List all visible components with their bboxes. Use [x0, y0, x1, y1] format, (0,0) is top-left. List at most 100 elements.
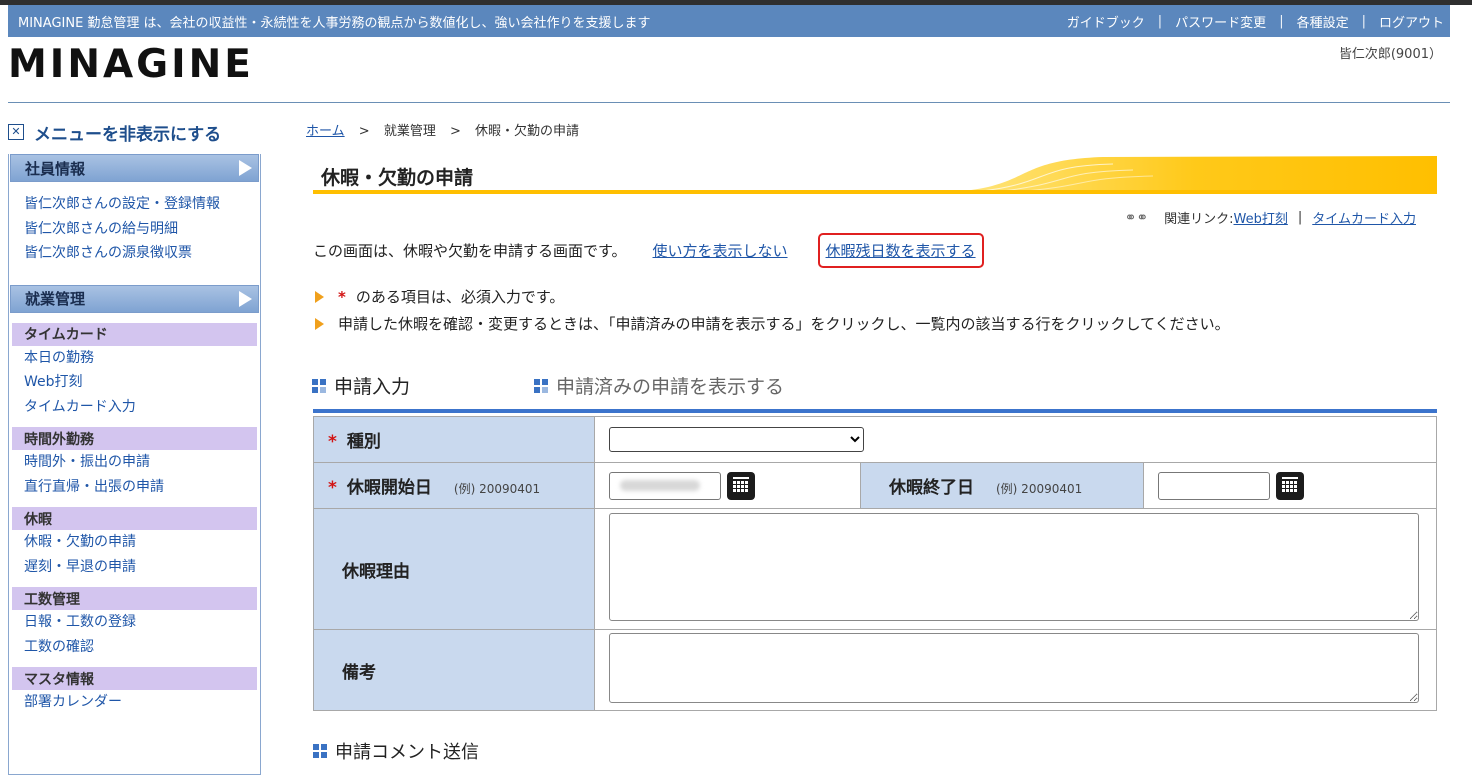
row-kind: * 種別: [313, 416, 1437, 463]
separator: |: [1297, 210, 1303, 225]
row-remarks: 備考: [313, 629, 1437, 711]
group-timecard: タイムカード: [12, 322, 257, 346]
group-manhours: 工数管理: [12, 587, 257, 610]
bullet-triangle-icon: [315, 317, 324, 330]
title-wave-decoration: [313, 156, 1437, 194]
calendar-icon[interactable]: [1276, 471, 1304, 500]
end-label: 休暇終了日: [889, 478, 974, 498]
start-label-cell: * 休暇開始日 (例) 20090401: [313, 462, 595, 509]
tagline: MINAGINE 勤怠管理 は、会社の収益性・永続性を人事労務の観点から数値化し…: [18, 15, 651, 31]
related-web-stamp-link[interactable]: Web打刻: [1234, 208, 1288, 227]
arrow-right-icon: [239, 290, 252, 307]
hide-menu-label: メニューを非表示にする: [34, 124, 222, 145]
remarks-textarea[interactable]: [609, 633, 1419, 703]
sidebar: ✕ メニューを非表示にする 社員情報 皆仁次郎さんの設定・登録情報 皆仁次郎さん…: [8, 120, 261, 775]
sidebar-item-daily-report[interactable]: 日報・工数の登録: [9, 610, 260, 635]
reason-label-cell: 休暇理由: [313, 508, 595, 630]
sidebar-item-leave-request[interactable]: 休暇・欠勤の申請: [9, 530, 260, 555]
separator: |: [1361, 13, 1366, 29]
guidebook-link[interactable]: ガイドブック: [1067, 12, 1145, 31]
separator: |: [1157, 13, 1163, 29]
start-label: 休暇開始日: [346, 478, 432, 498]
sidebar-item-direct-trip[interactable]: 直行直帰・出張の申請: [9, 475, 260, 500]
related-timecard-link[interactable]: タイムカード入力: [1312, 208, 1416, 227]
related-label: 関連リンク:: [1164, 212, 1234, 227]
header-links: ガイドブック | パスワード変更 | 各種設定 | ログアウト: [1067, 12, 1450, 31]
group-overtime: 時間外勤務: [12, 427, 257, 450]
sidebar-item-dept-calendar[interactable]: 部署カレンダー: [9, 690, 260, 715]
section-work-mgmt[interactable]: 就業管理: [10, 284, 259, 313]
tab-input[interactable]: 申請入力: [312, 372, 410, 399]
note-required-text: のある項目は、必須入力です。: [355, 288, 565, 306]
required-mark: *: [328, 478, 337, 498]
top-banner: MINAGINE 勤怠管理 は、会社の収益性・永続性を人事労務の観点から数値化し…: [8, 5, 1450, 37]
hide-usage-link[interactable]: 使い方を表示しない: [653, 240, 788, 261]
sidebar-item-manhour-check[interactable]: 工数の確認: [9, 635, 260, 660]
user-name: 皆仁次郎(9001）: [1338, 47, 1442, 62]
start-value-cell: [594, 462, 861, 509]
sidebar-item-overtime-request[interactable]: 時間外・振出の申請: [9, 450, 260, 475]
sidebar-item-profile[interactable]: 皆仁次郎さんの設定・登録情報: [9, 192, 260, 217]
remarks-label-cell: 備考: [313, 629, 595, 711]
scrollbar[interactable]: [1456, 5, 1472, 748]
sidebar-item-withholding[interactable]: 皆仁次郎さんの源泉徴収票: [9, 241, 260, 266]
hide-menu-button[interactable]: ✕ メニューを非表示にする: [8, 120, 260, 145]
sidebar-panel: 社員情報 皆仁次郎さんの設定・登録情報 皆仁次郎さんの給与明細 皆仁次郎さんの源…: [8, 154, 261, 775]
header-divider: [8, 102, 1450, 103]
sidebar-item-payslip[interactable]: 皆仁次郎さんの給与明細: [9, 217, 260, 242]
settings-link[interactable]: 各種設定: [1297, 12, 1349, 31]
remarks-value-cell: [594, 629, 1437, 711]
required-mark: *: [328, 432, 337, 452]
arrow-right-icon: [239, 160, 252, 176]
tab-submitted[interactable]: 申請済みの申請を表示する: [534, 372, 784, 399]
start-date-input[interactable]: [609, 471, 721, 500]
reason-value-cell: [594, 508, 1437, 630]
reason-textarea[interactable]: [609, 513, 1419, 621]
group-leave: 休暇: [12, 507, 257, 530]
kind-value-cell: [594, 416, 1437, 463]
tab-underline: [313, 409, 1437, 413]
sidebar-item-today[interactable]: 本日の勤務: [9, 346, 260, 371]
end-label-cell: 休暇終了日 (例) 20090401: [860, 462, 1144, 509]
sidebar-item-late-early[interactable]: 遅刻・早退の申請: [9, 555, 260, 580]
breadcrumb: ホーム > 就業管理 > 休暇・欠勤の申請: [306, 120, 579, 139]
end-example: (例) 20090401: [996, 482, 1083, 496]
bullet-triangle-icon: [315, 290, 324, 303]
tab-bar: 申請入力 申請済みの申請を表示する: [312, 372, 784, 399]
note-edit-text: 申請した休暇を確認・変更するときは、「申請済みの申請を表示する」をクリックし、一…: [338, 315, 1230, 333]
breadcrumb-home[interactable]: ホーム: [306, 124, 345, 139]
related-links: ⚭⚭ 関連リンク: Web打刻 | タイムカード入力: [1124, 208, 1416, 228]
tab-input-label: 申請入力: [334, 376, 411, 398]
end-date-input[interactable]: [1158, 471, 1270, 500]
separator: |: [1279, 13, 1284, 29]
minagine-logo[interactable]: MINAGINE: [8, 42, 254, 87]
kind-select[interactable]: [609, 427, 864, 452]
intro-text: この画面は、休暇や欠勤を申請する画面です。: [313, 242, 627, 260]
breadcrumb-work-mgmt: 就業管理: [383, 124, 436, 139]
remarks-label: 備考: [342, 662, 376, 683]
section-employee-info[interactable]: 社員情報: [10, 154, 259, 182]
breadcrumb-separator: >: [358, 124, 370, 139]
kind-label-cell: * 種別: [313, 416, 595, 463]
logout-link[interactable]: ログアウト: [1379, 12, 1444, 31]
sidebar-item-timecard-input[interactable]: タイムカード入力: [9, 395, 260, 420]
next-section-label: 申請コメント送信: [335, 742, 479, 763]
change-password-link[interactable]: パスワード変更: [1175, 12, 1266, 31]
start-example: (例) 20090401: [453, 482, 541, 496]
section-title: 就業管理: [25, 290, 86, 308]
link-chain-icon: ⚭⚭: [1124, 209, 1149, 226]
tab-submitted-label: 申請済みの申請を表示する: [556, 376, 785, 398]
sidebar-item-web-stamp[interactable]: Web打刻: [9, 370, 260, 395]
show-remaining-days-link[interactable]: 休暇残日数を表示する: [826, 242, 976, 260]
close-box-icon: ✕: [8, 124, 24, 140]
breadcrumb-separator: >: [449, 124, 461, 139]
grid-square-icon: [534, 378, 549, 393]
highlight-box: 休暇残日数を表示する: [817, 233, 984, 268]
next-section-heading: 申請コメント送信: [313, 738, 479, 764]
note-edit-hint: 申請した休暇を確認・変更するときは、「申請済みの申請を表示する」をクリックし、一…: [315, 313, 1230, 334]
calendar-icon[interactable]: [727, 471, 755, 500]
leave-request-form: * 種別 * 休暇開始日 (例) 20090401 休暇終了日 (例) 20090401…: [313, 416, 1437, 711]
grid-square-icon: [312, 378, 326, 393]
section-title: 社員情報: [25, 159, 86, 178]
intro-line: この画面は、休暇や欠勤を申請する画面です。 使い方を表示しない 休暇残日数を表示…: [313, 233, 984, 268]
